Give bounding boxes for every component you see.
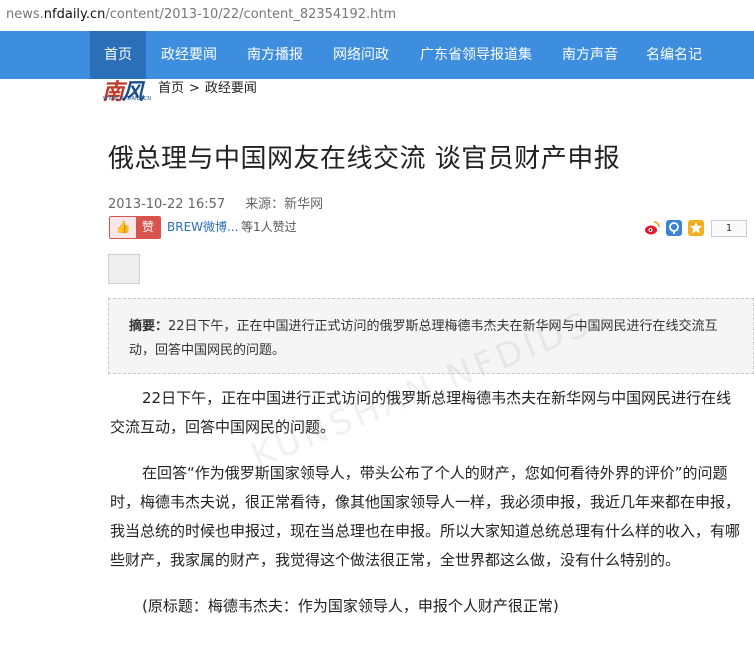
url-text[interactable]: news.nfdaily.cn/content/2013-10/22/conte… <box>6 7 396 22</box>
article-summary: 摘要：22日下午，正在中国进行正式访问的俄罗斯总理梅德韦杰夫在新华网与中国网民进… <box>108 298 754 374</box>
breadcrumb-section-link[interactable]: 政经要闻 <box>205 81 257 96</box>
site-logo[interactable]: 南风 WWW.NFDAILY.CN <box>100 76 152 105</box>
nav-item-editors[interactable]: 名编名记 <box>632 31 716 79</box>
article-source: 新华网 <box>284 197 324 212</box>
nav-item-broadcast[interactable]: 南方播报 <box>232 31 318 79</box>
qq-share-icon[interactable] <box>688 220 704 236</box>
article-paragraph: 22日下午，正在中国进行正式访问的俄罗斯总理梅德韦杰夫在新华网与中国网民进行在线… <box>110 389 732 436</box>
like-count-text: 等1人赞过 <box>241 220 297 234</box>
article-paragraph: (原标题：梅德韦杰夫：作为国家领导人，申报个人财产很正常) <box>142 597 559 615</box>
nav-item-leaders-reports[interactable]: 广东省领导报道集 <box>404 31 548 79</box>
article-title: 俄总理与中国网友在线交流 谈官员财产申报 <box>108 144 621 174</box>
share-count: 1 <box>711 220 747 237</box>
article-datetime: 2013-10-22 16:57 <box>108 197 226 212</box>
like-button[interactable]: 👍 赞 <box>109 216 161 239</box>
article-body: 22日下午，正在中国进行正式访问的俄罗斯总理梅德韦杰夫在新华网与中国网民进行在线… <box>110 384 746 638</box>
address-bar[interactable]: news.nfdaily.cn/content/2013-10/22/conte… <box>0 0 754 32</box>
main-navigation: 首页 政经要闻 南方播报 网络问政 广东省领导报道集 南方声音 名编名记 <box>0 31 754 79</box>
breadcrumb: 首页 > 政经要闻 <box>158 81 257 96</box>
nav-item-online-inquiry[interactable]: 网络问政 <box>318 31 404 79</box>
nav-item-politics[interactable]: 政经要闻 <box>146 31 232 79</box>
breadcrumb-home-link[interactable]: 首页 <box>158 81 184 96</box>
nav-item-voices[interactable]: 南方声音 <box>548 31 632 79</box>
thumbs-up-icon: 👍 <box>110 217 136 238</box>
nav-item-home[interactable]: 首页 <box>90 31 146 79</box>
article-paragraph: 在回答“作为俄罗斯国家领导人，带头公布了个人的财产，您如何看待外界的评价”的问题… <box>110 464 741 569</box>
liker-avatar[interactable] <box>108 254 140 284</box>
weibo-share-icon[interactable] <box>644 220 660 236</box>
article-meta: 2013-10-22 16:57 来源：新华网 <box>108 197 324 212</box>
liker-link[interactable]: BREW微博... <box>167 218 238 235</box>
qzone-share-icon[interactable] <box>666 220 682 236</box>
